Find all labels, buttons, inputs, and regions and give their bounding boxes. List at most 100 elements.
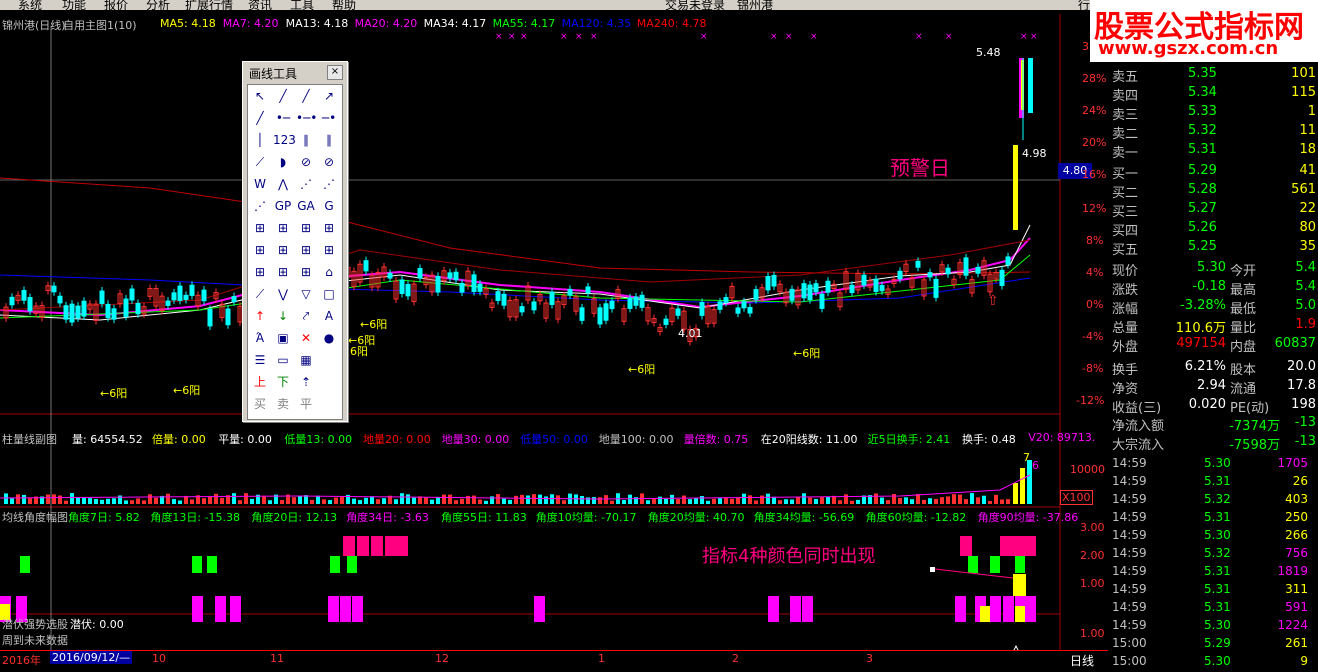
volume-bar <box>694 498 698 504</box>
drawing-tool-button[interactable]: ∥ <box>319 131 339 149</box>
drawing-tools-titlebar[interactable]: 画线工具 × <box>243 62 347 82</box>
candle-body <box>495 291 501 302</box>
drawing-tool-button[interactable]: •─ <box>273 109 293 127</box>
drawing-tool-button[interactable]: ⊞ <box>250 263 270 281</box>
stat-label: 现价 <box>1112 264 1139 279</box>
drawing-tool-button[interactable]: ▽ <box>296 285 316 303</box>
drawing-tool-button[interactable]: ⊞ <box>273 263 293 281</box>
menu-extended[interactable]: 扩展行情 <box>185 0 233 10</box>
drawing-tool-button[interactable]: ↓ <box>273 307 293 325</box>
drawing-tool-button[interactable]: │ <box>250 131 270 149</box>
drawing-tool-button[interactable]: ⇡ <box>296 373 316 391</box>
menu-info[interactable]: 资讯 <box>248 0 272 10</box>
drawing-tool-button[interactable]: ⋰ <box>296 175 316 193</box>
tick-row: 14:59 5.31 26 <box>1108 474 1318 492</box>
menu-system[interactable]: 系统 <box>18 0 42 10</box>
candle-body <box>471 274 477 292</box>
drawing-tool-button[interactable]: ⊞ <box>296 241 316 259</box>
ma-legend-item: MA240: 4.78 <box>636 17 707 30</box>
drawing-tool-button[interactable]: 123 <box>273 131 296 149</box>
drawing-tool-button[interactable]: ✕ <box>296 329 316 347</box>
drawing-tool-button[interactable]: □ <box>319 285 339 303</box>
angle-field: 角度20均量: 40.70 <box>647 511 745 524</box>
drawing-tool-button[interactable]: ⊘ <box>296 153 316 171</box>
drawing-tool-button[interactable]: GA <box>296 197 316 215</box>
drawing-tool-button[interactable]: ⊞ <box>273 241 293 259</box>
volume-bar <box>166 493 170 504</box>
tick-time: 14:59 <box>1112 456 1147 470</box>
drawing-tool-button[interactable]: ▦ <box>296 351 316 369</box>
drawing-tool-button[interactable]: ⊞ <box>296 219 316 237</box>
drawing-tool-button[interactable]: ╱ <box>273 87 293 105</box>
drawing-tool-button[interactable]: ↗ <box>319 87 339 105</box>
ma-legend-item: MA120: 4.35 <box>561 17 632 30</box>
drawing-tool-button[interactable]: ⋁ <box>273 285 293 303</box>
drawing-tool-button[interactable]: 卖 <box>273 395 293 413</box>
drawing-tool-button[interactable]: •─• <box>296 109 317 127</box>
volume-field: 倍量: 0.00 <box>152 433 206 446</box>
drawing-tool-button[interactable]: ⊞ <box>296 263 316 281</box>
drawing-tool-button[interactable]: ⊞ <box>250 241 270 259</box>
drawing-tool-button[interactable]: ▣ <box>273 329 293 347</box>
drawing-tool-button[interactable]: ⊞ <box>273 219 293 237</box>
drawing-tool-button[interactable] <box>319 395 339 413</box>
volume-bar <box>646 500 650 504</box>
kline-chart[interactable]: × × × × × × × × × × × × × ×⇧ <box>0 10 1108 667</box>
drawing-tool-button[interactable]: ⋀ <box>273 175 293 193</box>
drawing-tool-button[interactable]: ⊞ <box>319 219 339 237</box>
volume-field: 量倍数: 0.75 <box>683 433 749 446</box>
drawing-tool-button[interactable]: A <box>319 307 339 325</box>
menu-help[interactable]: 帮助 <box>332 0 356 10</box>
volume-bar <box>562 500 566 504</box>
drawing-tool-button[interactable]: W <box>250 175 270 193</box>
low-price-label: 4.01 <box>678 327 703 340</box>
drawing-tool-button[interactable]: ⊘ <box>319 153 339 171</box>
drawing-tool-button[interactable]: ╱ <box>250 109 270 127</box>
drawing-tool-button[interactable]: 平 <box>296 395 316 413</box>
menu-quote[interactable]: 报价 <box>104 0 128 10</box>
drawing-tool-button[interactable]: Ά <box>250 329 270 347</box>
drawing-tool-button[interactable]: G <box>319 197 339 215</box>
drawing-tool-button[interactable]: ─• <box>319 109 339 127</box>
drawing-tool-button[interactable]: ● <box>319 329 339 347</box>
drawing-tool-button[interactable]: ↑ <box>250 307 270 325</box>
drawing-tool-button[interactable]: ⟋ <box>250 285 270 303</box>
menu-function[interactable]: 功能 <box>62 0 86 10</box>
tick-volume: 261 <box>1285 636 1308 650</box>
drawing-tool-button[interactable]: ╱ <box>296 87 316 105</box>
drawing-tool-button[interactable]: ⌂ <box>319 263 339 281</box>
drawing-tool-button[interactable]: ↖ <box>250 87 270 105</box>
drawing-tool-button[interactable]: ⋰ <box>250 197 270 215</box>
right-tab[interactable]: 行 <box>1078 0 1090 10</box>
drawing-tool-button[interactable]: ◗ <box>273 153 293 171</box>
drawing-tool-button[interactable]: ⊞ <box>319 241 339 259</box>
quote-volume: 22 <box>1299 201 1316 216</box>
quote-volume: 561 <box>1291 182 1316 197</box>
menu-tools[interactable]: 工具 <box>290 0 314 10</box>
signal-block <box>1015 606 1025 622</box>
drawing-tool-button[interactable] <box>319 373 339 391</box>
quote-label: 买四 <box>1112 224 1139 239</box>
close-icon[interactable]: × <box>327 65 343 80</box>
drawing-tool-button[interactable]: ∥ <box>296 131 316 149</box>
drawing-tools-window[interactable]: 画线工具 × ↖ ╱ ╱ ↗ ╱ •─ •─• ─• │ 123 ∥ ∥ ⟋ ◗ ⊘ ⊘ W ⋀ ⋰ ⋰ ⋰ GP GA G ⊞… <box>242 61 348 422</box>
drawing-tool-button[interactable]: 下 <box>273 373 293 391</box>
top-marker: × <box>945 32 953 42</box>
drawing-tool-button[interactable]: 上 <box>250 373 270 391</box>
drawing-tool-button[interactable]: ▭ <box>273 351 293 369</box>
volume-bar <box>502 498 506 504</box>
angle-field: 角度34均量: -56.69 <box>753 511 855 524</box>
drawing-tool-button[interactable]: ⤤ <box>296 307 316 325</box>
drawing-tool-button[interactable]: ⋰ <box>319 175 339 193</box>
drawing-tool-button[interactable]: GP <box>273 197 293 215</box>
period-label[interactable]: 日线 <box>1070 652 1094 669</box>
top-marker: × <box>915 32 923 42</box>
drawing-tool-button[interactable]: 买 <box>250 395 270 413</box>
menu-analysis[interactable]: 分析 <box>146 0 170 10</box>
candle-body <box>663 318 669 325</box>
drawing-tool-button[interactable] <box>319 351 339 369</box>
drawing-tool-button[interactable]: ⟋ <box>250 153 270 171</box>
pct-axis-label: 8% <box>1086 234 1104 247</box>
drawing-tool-button[interactable]: ⊞ <box>250 219 270 237</box>
drawing-tool-button[interactable]: ☰ <box>250 351 270 369</box>
